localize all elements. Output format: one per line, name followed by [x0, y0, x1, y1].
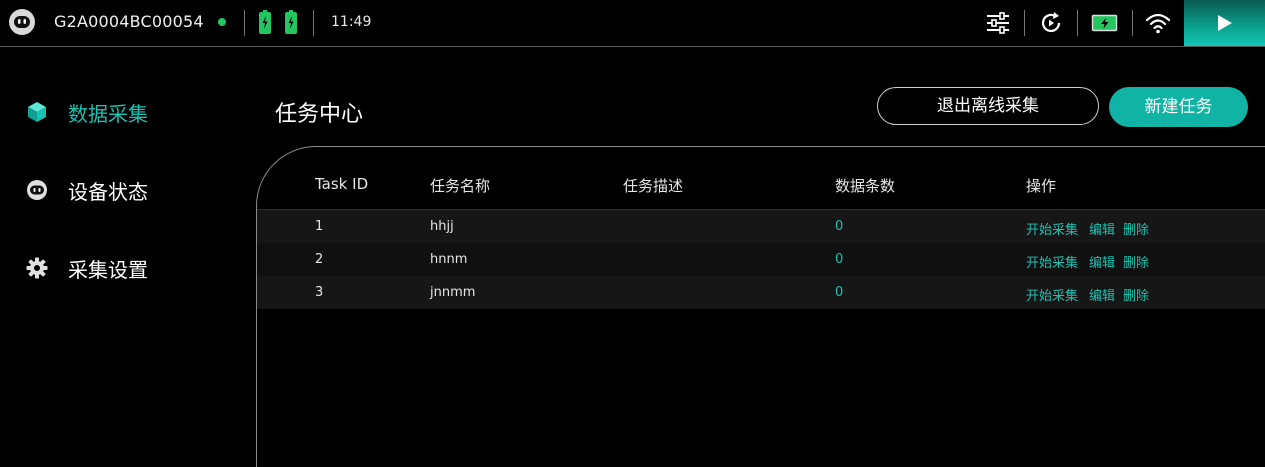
- cell-data-count: 0: [835, 219, 844, 234]
- device-battery-icon: [1091, 14, 1118, 32]
- table-row: 3 jnnmm 0 开始采集 编辑 删除: [257, 276, 1265, 309]
- cell-task-id: 3: [315, 285, 324, 300]
- delete-link[interactable]: 删除: [1123, 252, 1149, 271]
- start-collection-link[interactable]: 开始采集: [1026, 252, 1078, 271]
- cell-task-name: jnnmm: [430, 285, 476, 300]
- column-header-task-name: 任务名称: [430, 177, 491, 195]
- replay-icon[interactable]: [1037, 10, 1065, 36]
- page-title: 任务中心: [275, 102, 364, 127]
- column-header-task-id: Task ID: [315, 175, 369, 193]
- sidebar-item-label: 设备状态: [68, 179, 148, 204]
- sidebar-item-label: 采集设置: [68, 257, 148, 282]
- play-icon: [1218, 15, 1232, 31]
- battery-icon-1: [259, 10, 271, 34]
- table-row: 1 hhjj 0 开始采集 编辑 删除: [257, 210, 1265, 243]
- divider: [1077, 10, 1078, 36]
- sliders-settings-icon[interactable]: [984, 10, 1012, 36]
- divider: [1132, 10, 1133, 36]
- delete-link[interactable]: 删除: [1123, 219, 1149, 238]
- cell-task-id: 2: [315, 252, 324, 267]
- sidebar-item-data-collection[interactable]: 数据采集: [26, 97, 148, 127]
- column-header-actions: 操作: [1026, 177, 1057, 195]
- cell-data-count: 0: [835, 285, 844, 300]
- online-status-dot: [218, 18, 226, 26]
- gear-icon: [26, 257, 48, 279]
- cell-task-name: hhjj: [430, 219, 454, 234]
- column-header-task-description: 任务描述: [623, 177, 684, 195]
- cell-task-id: 1: [315, 219, 324, 234]
- clock: 11:49: [331, 14, 372, 30]
- edit-link[interactable]: 编辑: [1089, 252, 1115, 271]
- sidebar-item-collection-settings[interactable]: 采集设置: [26, 253, 148, 283]
- table-row: 2 hnnm 0 开始采集 编辑 删除: [257, 243, 1265, 276]
- task-table: Task ID 任务名称 任务描述 数据条数 操作 1 hhjj 0 开始采集 …: [256, 146, 1265, 467]
- cell-data-count: 0: [835, 252, 844, 267]
- sidebar-item-device-status[interactable]: 设备状态: [26, 175, 148, 205]
- exit-offline-collection-button[interactable]: 退出离线采集: [877, 87, 1099, 125]
- delete-link[interactable]: 删除: [1123, 285, 1149, 304]
- battery-icon-2: [285, 10, 297, 34]
- status-bar: G2A0004BC00054 11:49: [0, 0, 1265, 47]
- edit-link[interactable]: 编辑: [1089, 219, 1115, 238]
- start-collection-link[interactable]: 开始采集: [1026, 219, 1078, 238]
- table-header: Task ID 任务名称 任务描述 数据条数 操作: [257, 147, 1265, 210]
- cell-task-name: hnnm: [430, 252, 468, 267]
- play-button[interactable]: [1184, 0, 1265, 46]
- device-id: G2A0004BC00054: [54, 12, 204, 31]
- start-collection-link[interactable]: 开始采集: [1026, 285, 1078, 304]
- cube-icon: [28, 102, 46, 122]
- column-header-data-count: 数据条数: [835, 177, 896, 195]
- new-task-button[interactable]: 新建任务: [1109, 87, 1248, 127]
- wifi-icon[interactable]: [1144, 10, 1172, 36]
- divider: [244, 10, 245, 36]
- robot-icon: [27, 180, 47, 200]
- robot-avatar-icon[interactable]: [8, 8, 36, 36]
- divider: [313, 10, 314, 36]
- divider: [1024, 10, 1025, 36]
- sidebar-item-label: 数据采集: [68, 101, 148, 126]
- edit-link[interactable]: 编辑: [1089, 285, 1115, 304]
